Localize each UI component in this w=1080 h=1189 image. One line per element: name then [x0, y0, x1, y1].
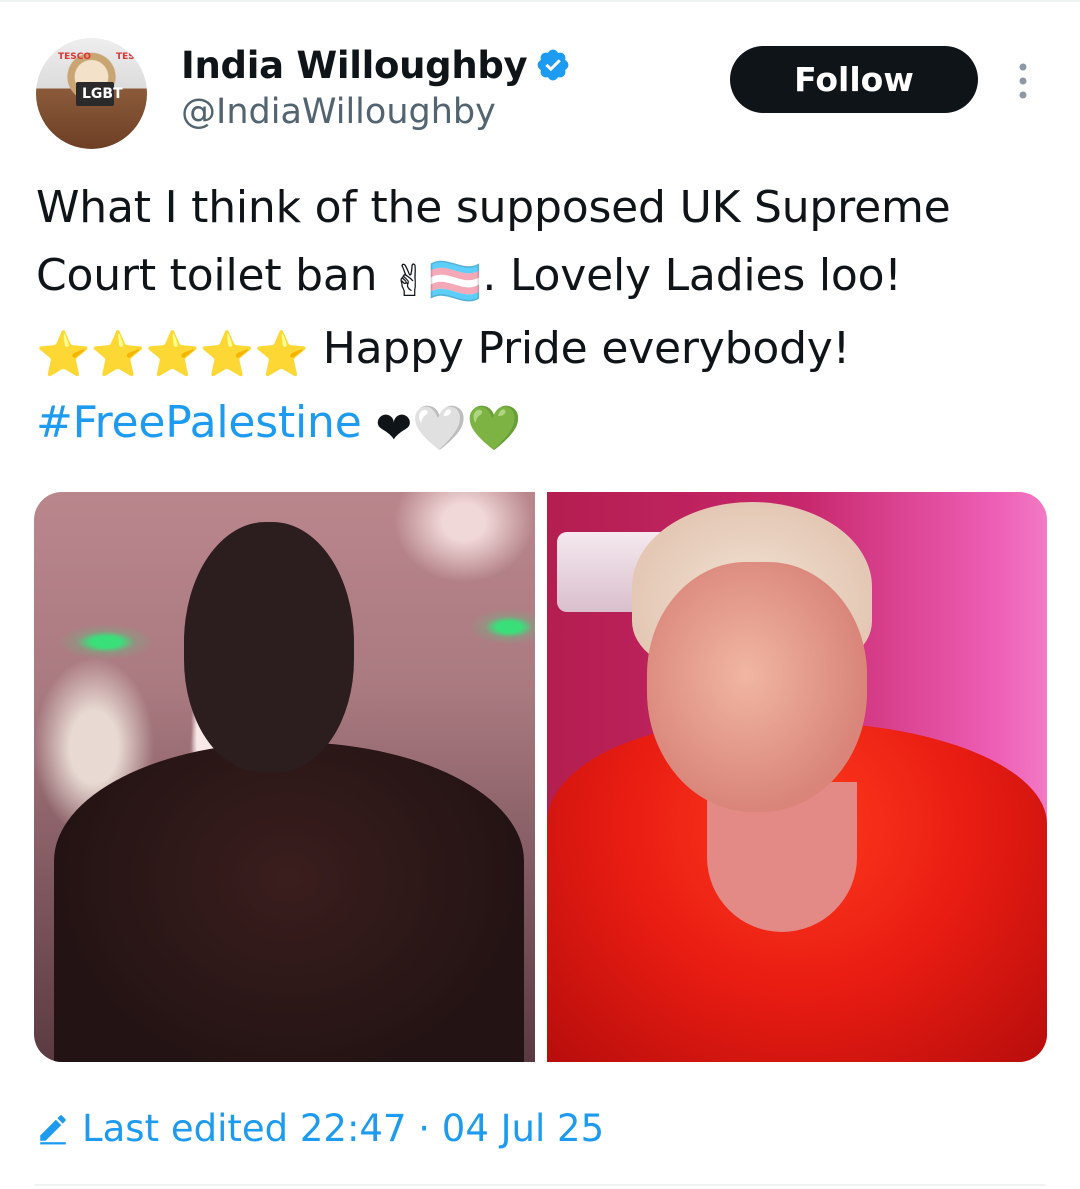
face [647, 562, 867, 812]
hashtag-link[interactable]: #FreePalestine [36, 397, 362, 448]
avatar-brand-left: TESCO [58, 52, 92, 62]
victory-trans-flag-emoji: ✌🏳️‍⚧️ [391, 255, 483, 307]
verified-badge-icon[interactable] [535, 47, 571, 83]
stars-emoji: ⭐⭐⭐⭐⭐ [36, 329, 309, 380]
hearts-emoji: ❤🤍💚 [375, 402, 522, 454]
media-image-right[interactable] [547, 492, 1047, 1062]
tweet-line-4: #FreePalestine ❤🤍💚 [36, 389, 1046, 463]
follow-button[interactable]: Follow [730, 46, 978, 113]
last-edited-link[interactable]: Last edited 22:47 · 04 Jul 25 [36, 1103, 604, 1153]
user-handle[interactable]: @IndiaWilloughby [181, 92, 496, 132]
bottom-divider [34, 1184, 1046, 1186]
tweet-line-1: What I think of the supposed UK Supreme [36, 182, 951, 233]
last-edited-text: Last edited 22:47 · 04 Jul 25 [82, 1106, 605, 1150]
pencil-icon [40, 1115, 66, 1145]
more-vertical-icon[interactable] [1010, 60, 1036, 102]
tweet-line-3: ⭐⭐⭐⭐⭐ Happy Pride everybody! [36, 315, 1046, 389]
top-divider [0, 0, 1080, 2]
media-image-left[interactable] [34, 492, 535, 1062]
avatar[interactable]: TESCO TESCO LGBT [36, 38, 147, 149]
tweet-text: What I think of the supposed UK Supreme … [36, 174, 1046, 462]
silhouette-head [184, 522, 354, 772]
silhouette-body [54, 742, 524, 1062]
tweet-line-2-text: Court toilet ban [36, 249, 392, 301]
tweet-line-2: Court toilet ban ✌🏳️‍⚧️. Lovely Ladies l… [36, 242, 1046, 316]
avatar-sign-text: LGBT [82, 86, 123, 102]
avatar-brand-right: TESCO [116, 52, 147, 62]
tweet-card: TESCO TESCO LGBT India Willoughby @India… [0, 0, 1080, 1189]
media-grid [34, 492, 1047, 1062]
tweet-line-3-text: Happy Pride everybody! [308, 323, 851, 374]
display-name-row[interactable]: India Willoughby [181, 42, 571, 88]
tweet-line-2-tail: . Lovely Ladies loo! [482, 249, 902, 301]
display-name[interactable]: India Willoughby [181, 44, 528, 87]
